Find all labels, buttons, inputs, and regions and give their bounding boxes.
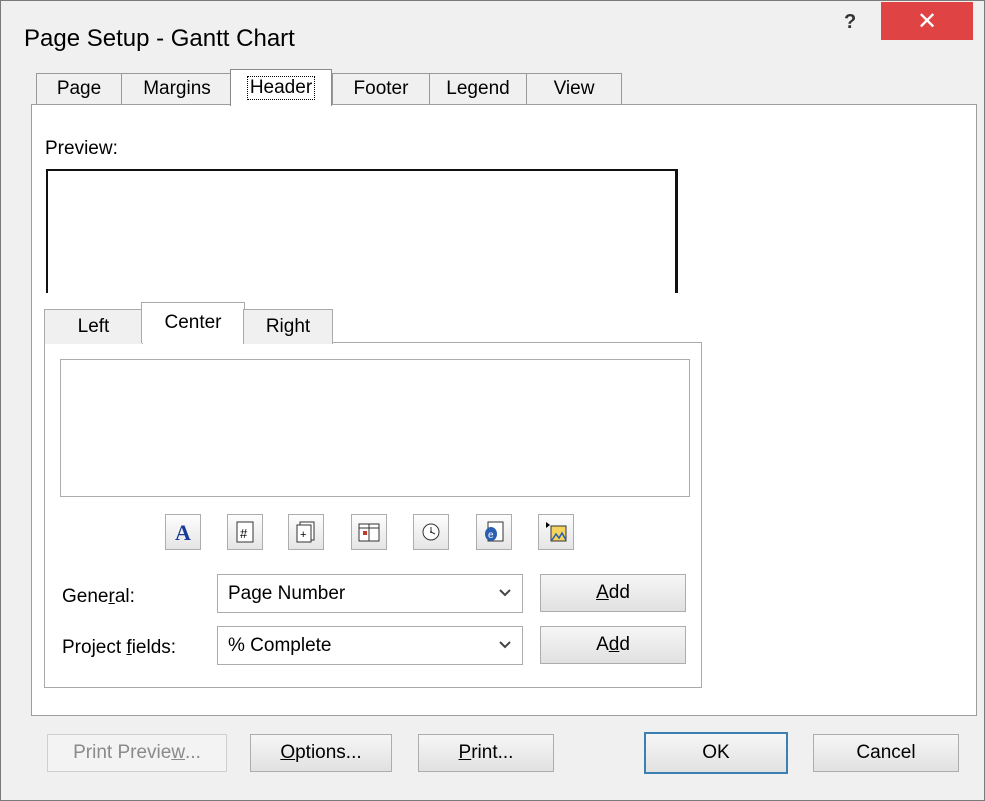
insert-picture-button[interactable] <box>538 514 574 550</box>
tab-margins[interactable]: Margins <box>121 73 233 104</box>
close-icon: ✕ <box>916 7 938 35</box>
title-bar: Page Setup - Gantt Chart ? ✕ <box>1 1 984 65</box>
chevron-down-icon <box>499 641 511 649</box>
font-icon: A <box>175 521 191 543</box>
cancel-button[interactable]: Cancel <box>813 734 959 772</box>
options-button[interactable]: Options... <box>250 734 392 772</box>
general-select-value: Page Number <box>228 582 346 604</box>
ok-button[interactable]: OK <box>644 732 788 774</box>
insert-picture-icon <box>546 522 567 542</box>
project-fields-add-button[interactable]: Add <box>540 626 686 664</box>
general-select[interactable]: Page Number <box>217 574 523 613</box>
header-text-area[interactable] <box>60 359 690 497</box>
print-preview-button[interactable]: Print Previe w... <box>47 734 227 772</box>
general-label: General: <box>62 586 135 607</box>
insert-total-pages-button[interactable]: + <box>288 514 324 550</box>
date-icon <box>358 523 380 542</box>
project-fields-select-value: % Complete <box>228 634 332 656</box>
total-pages-icon: + <box>296 521 315 543</box>
tab-right[interactable]: Right <box>243 309 333 344</box>
preview-label: Preview: <box>45 138 118 159</box>
insert-page-number-button[interactable]: # <box>227 514 263 550</box>
tab-page[interactable]: Page <box>36 73 122 104</box>
close-button[interactable]: ✕ <box>881 2 973 40</box>
svg-text:#: # <box>240 526 248 541</box>
tab-center[interactable]: Center <box>141 302 245 343</box>
file-name-icon: e <box>485 521 504 542</box>
tab-legend[interactable]: Legend <box>429 73 527 104</box>
format-text-font-button[interactable]: A <box>165 514 201 550</box>
svg-text:e: e <box>488 530 494 541</box>
tab-left[interactable]: Left <box>44 309 143 344</box>
tab-view[interactable]: View <box>526 73 622 104</box>
time-icon <box>422 523 440 541</box>
svg-text:+: + <box>300 529 306 541</box>
page-number-icon: # <box>236 521 254 543</box>
tab-header[interactable]: Header <box>230 69 332 106</box>
general-add-button[interactable]: Add <box>540 574 686 612</box>
chevron-down-icon <box>499 589 511 597</box>
help-button[interactable]: ? <box>844 11 856 34</box>
project-fields-select[interactable]: % Complete <box>217 626 523 665</box>
project-fields-label: Project fields: <box>62 637 177 658</box>
insert-file-name-button[interactable]: e <box>476 514 512 550</box>
insert-current-date-button[interactable] <box>351 514 387 550</box>
print-button[interactable]: Print... <box>418 734 554 772</box>
svg-text:A: A <box>175 521 191 543</box>
tab-footer[interactable]: Footer <box>332 73 430 104</box>
insert-current-time-button[interactable] <box>413 514 449 550</box>
window-title: Page Setup - Gantt Chart <box>24 25 295 52</box>
preview-box <box>46 169 678 293</box>
